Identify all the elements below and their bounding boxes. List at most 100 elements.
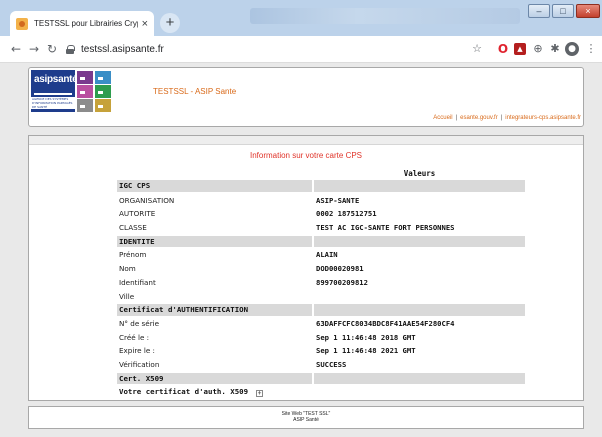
section-label: Cert. X509 <box>117 372 312 385</box>
site-header: asipsanté AGENCE DES SYSTÈMES D'INFORMAT… <box>28 67 584 127</box>
logo-tile <box>77 85 93 98</box>
column-header-valeurs: Valeurs <box>403 169 436 178</box>
logo-subtitle: AGENCE DES SYSTÈMES D'INFORMATION PARTAG… <box>31 97 75 109</box>
table-row: Votre certificat d'auth. X509 + <box>117 385 525 399</box>
field-label: Créé le : <box>117 332 312 344</box>
row-label-text: Ville <box>119 291 135 301</box>
field-value: ASIP-SANTE <box>316 195 360 205</box>
page-viewport: asipsanté AGENCE DES SYSTÈMES D'INFORMAT… <box>0 63 602 437</box>
link-esante[interactable]: esante.gouv.fr <box>460 115 498 121</box>
row-label-text: Nom <box>119 264 136 274</box>
maximize-button[interactable]: □ <box>552 4 574 18</box>
footer-line-2: ASIP Santé <box>293 417 319 423</box>
browser-toolbar: ← → ↻ testssl.asipsante.fr ☆ O ▲ ⊕ ✱ ● ⋮ <box>0 36 602 63</box>
field-value <box>314 304 525 316</box>
pdf-icon[interactable]: ▲ <box>514 43 526 55</box>
row-label-text: IDENTITE <box>119 236 155 246</box>
field-label: Expire le : <box>117 345 312 357</box>
site-title: TESTSSL - ASIP Sante <box>153 87 237 96</box>
row-label-text: Vérification <box>119 359 160 369</box>
table-row: CLASSE TEST AC IGC-SANTE FORT PERSONNES <box>117 221 525 235</box>
field-value: SUCCESS <box>316 359 347 369</box>
table-row: Expire le : Sep 1 11:46:48 2021 GMT <box>117 344 525 358</box>
field-label: Ville <box>117 291 312 303</box>
link-accueil[interactable]: Accueil <box>433 115 452 121</box>
table-row: N° de série 63DAFFCFC8034BDC8F41AAE54F280… <box>117 317 525 331</box>
section-label: IGC CPS <box>117 180 312 192</box>
menu-icon[interactable]: ⋮ <box>584 42 598 56</box>
row-label-text: Expire le : <box>119 346 155 356</box>
row-label-text: N° de série <box>119 318 160 328</box>
table-row: Prénom ALAIN <box>117 248 525 262</box>
cps-info-table: IGC CPS ORGANISATION ASIP-SANTE AUTORITE 000… <box>117 180 525 399</box>
logo-tile <box>95 99 111 112</box>
table-row: Ville <box>117 290 525 304</box>
field-label: Nom <box>117 263 312 275</box>
header-links: Accueil | esante.gouv.fr | integrateurs-cps.… <box>433 115 581 121</box>
row-label-text: Prénom <box>119 250 147 260</box>
table-row: Nom DOD00020981 <box>117 262 525 276</box>
table-section-row: Certificat d'AUTHENTIFICATION <box>117 303 525 317</box>
field-value: 0002 187512751 <box>316 209 377 219</box>
lock-icon <box>66 44 75 54</box>
field-label: AUTORITE <box>117 208 312 220</box>
field-label: CLASSE <box>117 222 312 234</box>
logo-tile <box>95 71 111 84</box>
table-section-row: IGC CPS <box>117 180 525 194</box>
field-label: ORGANISATION <box>117 195 312 207</box>
window-close-button[interactable]: × <box>576 4 600 18</box>
field-label: Votre certificat d'auth. X509 + <box>117 386 312 398</box>
opera-icon[interactable]: O <box>496 42 510 56</box>
profile-icon[interactable]: ● <box>565 42 579 56</box>
zoom-icon[interactable]: ⊕ <box>531 42 545 56</box>
browser-title-bar: TESTSSL pour Librairies Crypto C × + – □… <box>0 0 602 36</box>
expand-certificate-icon[interactable]: + <box>256 390 264 398</box>
address-bar[interactable]: testssl.asipsante.fr <box>66 40 164 58</box>
row-label-text: Certificat d'AUTHENTIFICATION <box>119 305 249 315</box>
link-integrateurs[interactable]: integrateurs-cps.asipsante.fr <box>505 115 581 121</box>
logo-wordmark: asipsanté <box>34 74 78 85</box>
table-row: AUTORITE 0002 187512751 <box>117 207 525 221</box>
field-value: TEST AC IGC-SANTE FORT PERSONNES <box>316 223 455 233</box>
background-window-title <box>250 8 520 24</box>
forward-icon[interactable]: → <box>26 41 42 57</box>
field-value <box>314 180 525 192</box>
row-label-text: IGC CPS <box>119 181 151 190</box>
field-value <box>314 235 525 248</box>
star-icon[interactable]: ☆ <box>470 42 484 56</box>
table-row: Vérification SUCCESS <box>117 358 525 372</box>
table-row: Créé le : Sep 1 11:46:48 2018 GMT <box>117 331 525 345</box>
field-value: 63DAFFCFC8034BDC8F41AAE54F280CF4 <box>316 318 455 328</box>
content-top-strip <box>29 136 583 145</box>
main-content: Information sur votre carte CPS Valeurs … <box>28 135 584 401</box>
tab-close-icon[interactable]: × <box>142 18 148 30</box>
new-tab-button[interactable]: + <box>160 13 180 33</box>
field-label: Prénom <box>117 249 312 261</box>
row-label-text: ORGANISATION <box>119 195 175 205</box>
footer-line-1: Site Web "TEST SSL" <box>281 411 331 417</box>
asip-sante-logo[interactable]: asipsanté AGENCE DES SYSTÈMES D'INFORMAT… <box>31 70 153 112</box>
reload-icon[interactable]: ↻ <box>44 41 60 57</box>
field-value <box>314 372 525 385</box>
section-label: Certificat d'AUTHENTIFICATION <box>117 304 312 316</box>
row-label-text: Votre certificat d'auth. X509 <box>119 387 249 397</box>
table-row: ORGANISATION ASIP-SANTE <box>117 194 525 208</box>
logo-tile <box>95 85 111 98</box>
extensions-icon[interactable]: ✱ <box>548 42 562 56</box>
section-label: IDENTITE <box>117 235 312 248</box>
minimize-button[interactable]: – <box>528 4 550 18</box>
browser-tab[interactable]: TESTSSL pour Librairies Crypto C × <box>10 11 154 36</box>
tab-title: TESTSSL pour Librairies Crypto C <box>34 19 138 28</box>
logo-tile <box>77 71 93 84</box>
row-label-text: Cert. X509 <box>119 373 164 383</box>
site-footer: Site Web "TEST SSL" ASIP Santé <box>28 406 584 429</box>
link-separator: | <box>455 115 458 121</box>
page-title: Information sur votre carte CPS <box>249 151 363 160</box>
field-value: ALAIN <box>316 250 338 260</box>
back-icon[interactable]: ← <box>8 41 24 57</box>
field-value: DOD00020981 <box>316 264 364 274</box>
url-text: testssl.asipsante.fr <box>81 43 164 55</box>
field-label: Identifiant <box>117 277 312 289</box>
logo-bars <box>34 89 72 95</box>
field-value: Sep 1 11:46:48 2018 GMT <box>316 332 416 342</box>
